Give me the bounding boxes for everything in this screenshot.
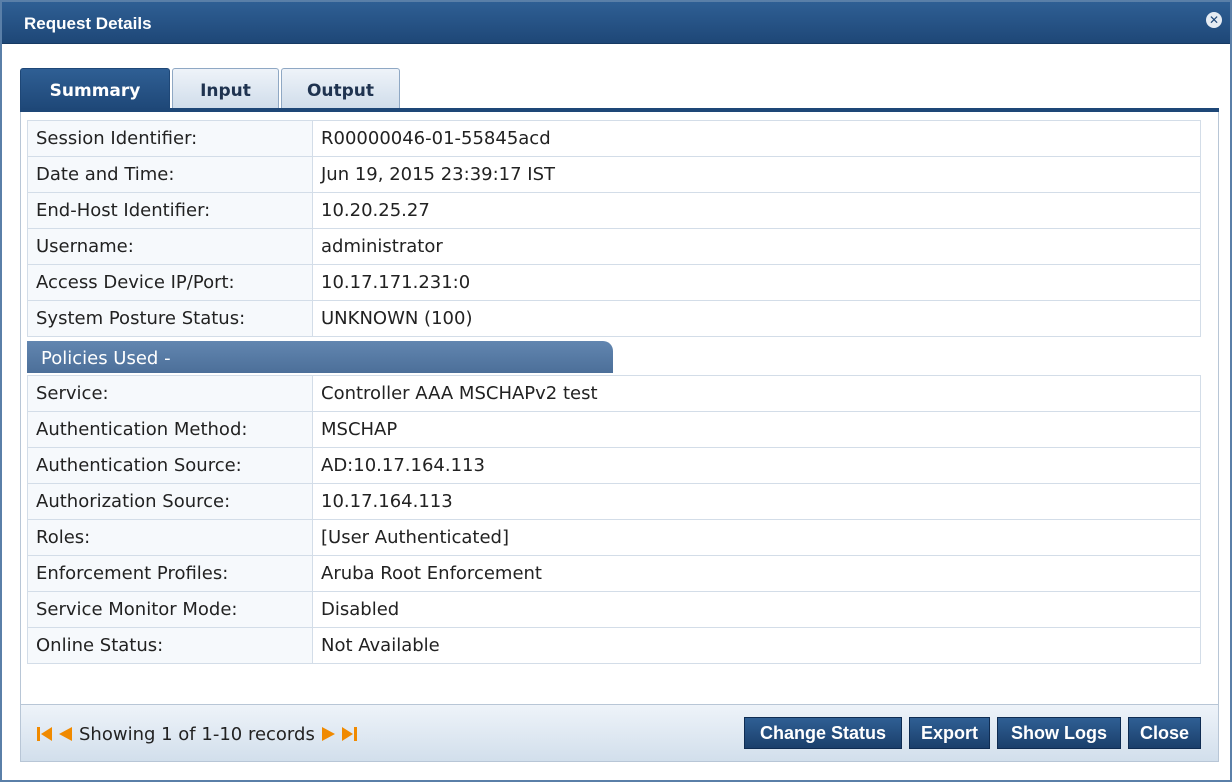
- row-value: [User Authenticated]: [312, 519, 1201, 556]
- dialog-footer: Showing 1 of 1-10 records Change Status …: [20, 704, 1219, 762]
- table-row: Authentication Source: AD:10.17.164.113: [27, 447, 1201, 484]
- row-key: Authentication Method:: [27, 411, 313, 448]
- row-key: Authentication Source:: [27, 447, 313, 484]
- dialog-title: Request Details: [24, 14, 152, 33]
- row-key: Date and Time:: [27, 156, 313, 193]
- pager-status: Showing 1 of 1-10 records: [79, 723, 315, 745]
- table-row: Username: administrator: [27, 228, 1201, 265]
- export-button[interactable]: Export: [909, 717, 990, 749]
- dialog-titlebar: Request Details ✕: [2, 2, 1230, 44]
- row-value: UNKNOWN (100): [312, 300, 1201, 337]
- row-value: 10.17.171.231:0: [312, 264, 1201, 301]
- row-value: R00000046-01-55845acd: [312, 120, 1201, 157]
- prev-page-icon[interactable]: [55, 724, 75, 744]
- row-key: Service Monitor Mode:: [27, 591, 313, 628]
- table-row: Authentication Method: MSCHAP: [27, 411, 1201, 448]
- row-value: Jun 19, 2015 23:39:17 IST: [312, 156, 1201, 193]
- session-table: Session Identifier: R00000046-01-55845ac…: [27, 120, 1201, 337]
- row-key: Session Identifier:: [27, 120, 313, 157]
- policies-section-header: Policies Used -: [27, 341, 613, 373]
- row-key: Enforcement Profiles:: [27, 555, 313, 592]
- pager: Showing 1 of 1-10 records: [35, 721, 359, 747]
- last-page-icon[interactable]: [339, 724, 359, 744]
- row-value: Controller AAA MSCHAPv2 test: [312, 375, 1201, 412]
- first-page-icon[interactable]: [35, 724, 55, 744]
- row-value: 10.17.164.113: [312, 483, 1201, 520]
- close-circle-icon[interactable]: ✕: [1206, 12, 1222, 28]
- tab-summary[interactable]: Summary: [20, 68, 170, 110]
- row-value: AD:10.17.164.113: [312, 447, 1201, 484]
- request-details-dialog: Request Details ✕ Summary Input Output S…: [0, 0, 1232, 782]
- row-key: Username:: [27, 228, 313, 265]
- row-key: Authorization Source:: [27, 483, 313, 520]
- tab-output[interactable]: Output: [281, 68, 400, 110]
- row-key: Access Device IP/Port:: [27, 264, 313, 301]
- next-page-icon[interactable]: [319, 724, 339, 744]
- change-status-button[interactable]: Change Status: [744, 717, 902, 749]
- row-value: 10.20.25.27: [312, 192, 1201, 229]
- row-key: System Posture Status:: [27, 300, 313, 337]
- table-row: End-Host Identifier: 10.20.25.27: [27, 192, 1201, 229]
- summary-panel: Session Identifier: R00000046-01-55845ac…: [20, 112, 1219, 704]
- table-row: Roles: [User Authenticated]: [27, 519, 1201, 556]
- show-logs-button[interactable]: Show Logs: [997, 717, 1121, 749]
- row-value: Disabled: [312, 591, 1201, 628]
- row-key: Service:: [27, 375, 313, 412]
- row-value: administrator: [312, 228, 1201, 265]
- table-row: Access Device IP/Port: 10.17.171.231:0: [27, 264, 1201, 301]
- close-button[interactable]: Close: [1128, 717, 1201, 749]
- table-row: System Posture Status: UNKNOWN (100): [27, 300, 1201, 337]
- row-key: End-Host Identifier:: [27, 192, 313, 229]
- table-row: Online Status: Not Available: [27, 627, 1201, 664]
- row-key: Online Status:: [27, 627, 313, 664]
- table-row: Enforcement Profiles: Aruba Root Enforce…: [27, 555, 1201, 592]
- row-value: Aruba Root Enforcement: [312, 555, 1201, 592]
- table-row: Service: Controller AAA MSCHAPv2 test: [27, 375, 1201, 412]
- table-row: Service Monitor Mode: Disabled: [27, 591, 1201, 628]
- table-row: Session Identifier: R00000046-01-55845ac…: [27, 120, 1201, 157]
- row-key: Roles:: [27, 519, 313, 556]
- policies-table: Service: Controller AAA MSCHAPv2 test Au…: [27, 375, 1201, 664]
- row-value: MSCHAP: [312, 411, 1201, 448]
- table-row: Date and Time: Jun 19, 2015 23:39:17 IST: [27, 156, 1201, 193]
- row-value: Not Available: [312, 627, 1201, 664]
- tab-input[interactable]: Input: [172, 68, 279, 110]
- table-row: Authorization Source: 10.17.164.113: [27, 483, 1201, 520]
